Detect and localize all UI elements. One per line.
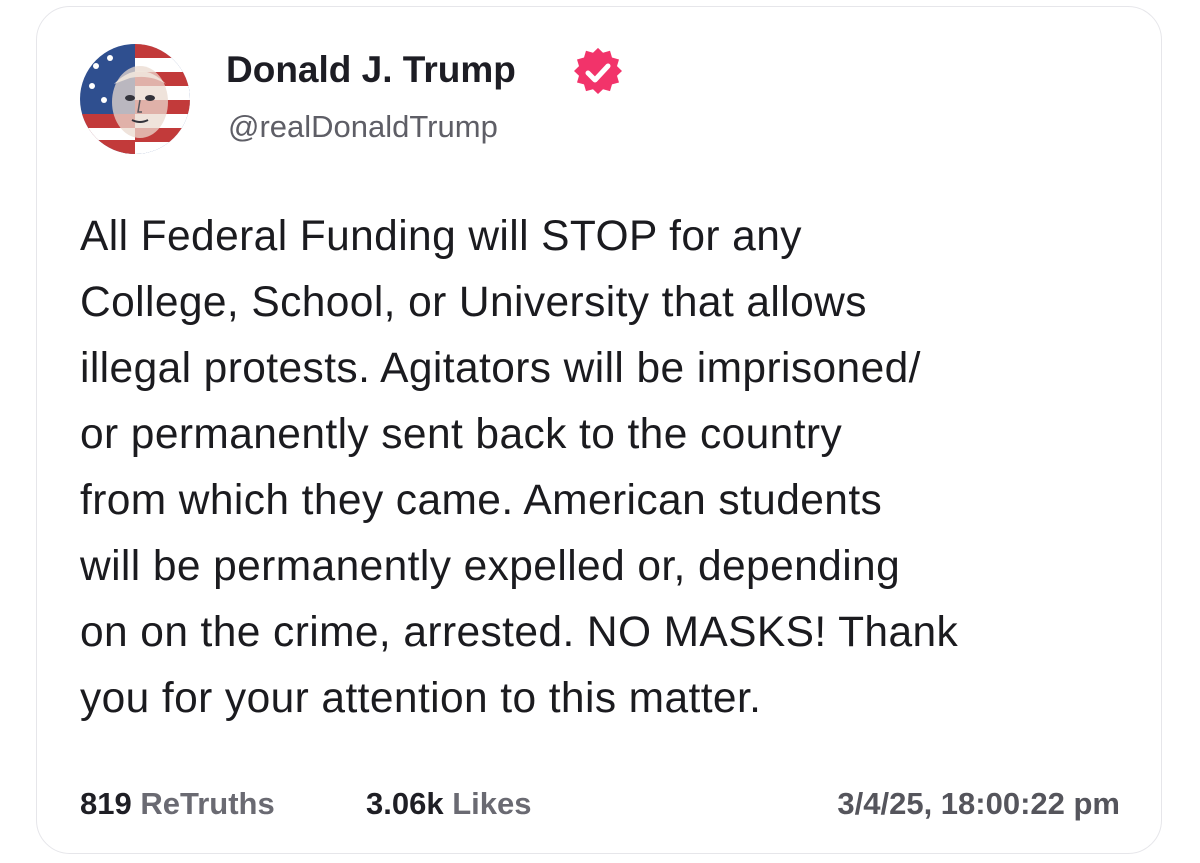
retruths-label: ReTruths: [140, 786, 275, 821]
post-text-line: College, School, or University that allo…: [80, 279, 867, 326]
post-footer: 819 ReTruths 3.06k Likes 3/4/25, 18:00:2…: [80, 782, 1120, 826]
avatar[interactable]: [80, 44, 190, 154]
likes-label: Likes: [452, 786, 532, 821]
post-text-line: or permanently sent back to the country: [80, 411, 843, 458]
post-text-line: from which they came. American students: [80, 477, 883, 524]
post-text-line: All Federal Funding will STOP for any: [80, 213, 802, 260]
post-body: All Federal Funding will STOP for any Co…: [80, 204, 1160, 732]
likes-stat[interactable]: 3.06k Likes: [366, 782, 531, 826]
author-handle[interactable]: @realDonaldTrump: [228, 108, 498, 146]
post-text-line: you for your attention to this matter.: [80, 675, 762, 722]
post-timestamp[interactable]: 3/4/25, 18:00:22 pm: [837, 782, 1120, 826]
retruths-stat[interactable]: 819 ReTruths: [80, 782, 275, 826]
verified-badge-icon: [570, 47, 626, 96]
author-display-name[interactable]: Donald J. Trump: [226, 48, 516, 92]
likes-count: 3.06k: [366, 786, 444, 821]
avatar-image: [80, 44, 190, 154]
retruths-count: 819: [80, 786, 132, 821]
post-text-line: will be permanently expelled or, dependi…: [80, 543, 901, 590]
post-text-line: illegal protests. Agitators will be impr…: [80, 345, 921, 392]
post-text-line: on on the crime, arrested. NO MASKS! Tha…: [80, 609, 959, 656]
